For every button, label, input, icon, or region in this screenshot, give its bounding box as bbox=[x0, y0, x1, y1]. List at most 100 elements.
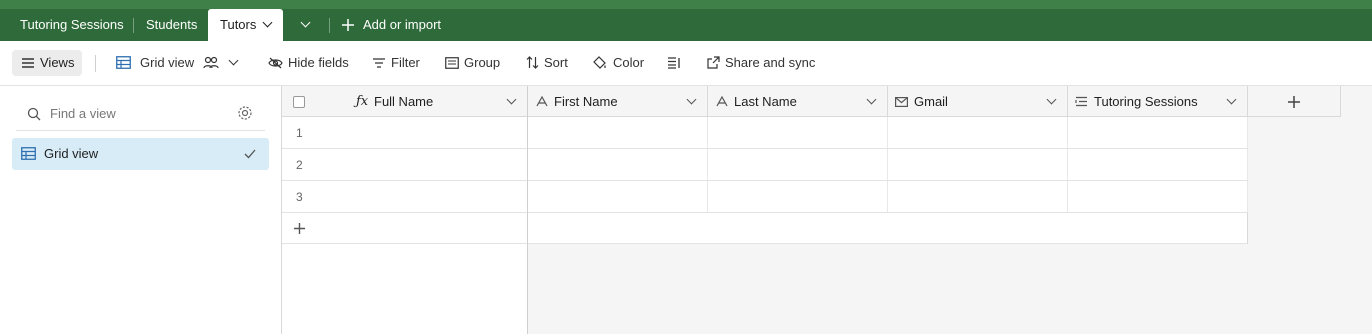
group-button[interactable]: Group bbox=[445, 41, 500, 85]
column-header-first-name[interactable]: First Name bbox=[528, 86, 708, 117]
color-button[interactable]: Color bbox=[592, 41, 644, 85]
hide-fields-button[interactable]: Hide fields bbox=[268, 41, 349, 85]
tab-label: Students bbox=[146, 17, 198, 32]
column-header-full-name[interactable]: ƒx Full Name bbox=[282, 86, 528, 117]
tab-divider bbox=[329, 18, 330, 33]
paint-bucket-icon bbox=[593, 55, 606, 69]
share-and-sync-button[interactable]: Share and sync bbox=[707, 41, 815, 85]
row-number: 1 bbox=[296, 126, 303, 140]
row-cell-full-name[interactable]: 3 bbox=[282, 181, 528, 213]
column-header-label: Full Name bbox=[374, 94, 434, 109]
view-name: Grid view bbox=[140, 55, 195, 70]
row-cell-last-name[interactable] bbox=[708, 149, 888, 181]
column-header-label: First Name bbox=[554, 94, 618, 109]
views-toggle-button[interactable]: Views bbox=[12, 50, 82, 76]
chevron-down-icon[interactable] bbox=[506, 94, 517, 105]
chevron-down-icon bbox=[228, 55, 239, 66]
chevron-down-icon[interactable] bbox=[866, 94, 877, 105]
tab-label: Tutoring Sessions bbox=[20, 17, 124, 32]
sidebar-item-grid-view[interactable]: Grid view bbox=[12, 138, 269, 170]
row-height-button[interactable] bbox=[667, 41, 681, 85]
column-header-label: Last Name bbox=[734, 94, 797, 109]
column-header-gmail[interactable]: Gmail bbox=[888, 86, 1068, 117]
add-field-button[interactable] bbox=[1248, 86, 1341, 117]
frozen-column-divider bbox=[527, 86, 528, 334]
chevron-down-icon[interactable] bbox=[686, 94, 697, 105]
text-icon bbox=[536, 96, 548, 107]
select-all-checkbox[interactable] bbox=[293, 96, 305, 108]
row-cell-tutoring-sessions[interactable] bbox=[1068, 181, 1248, 213]
tab-tutors[interactable]: Tutors bbox=[208, 9, 284, 41]
add-or-import-label: Add or import bbox=[363, 17, 442, 32]
row-cell-gmail[interactable] bbox=[888, 117, 1068, 149]
hamburger-menu-icon bbox=[22, 58, 34, 68]
checkmark-icon bbox=[244, 149, 256, 159]
grid-icon bbox=[116, 41, 131, 85]
row-cell-gmail[interactable] bbox=[888, 149, 1068, 181]
view-toolbar: Grid view Hide fields Filter Group Sort … bbox=[0, 41, 1372, 86]
row-cell-last-name[interactable] bbox=[708, 181, 888, 213]
row-cell-last-name[interactable] bbox=[708, 117, 888, 149]
search-icon bbox=[27, 107, 41, 121]
chevron-down-icon[interactable] bbox=[1226, 94, 1237, 105]
eye-slash-icon bbox=[268, 57, 283, 69]
row-cell-first-name[interactable] bbox=[528, 117, 708, 149]
row-cell-first-name[interactable] bbox=[528, 149, 708, 181]
search-placeholder: Find a view bbox=[50, 106, 116, 121]
row-cell-gmail[interactable] bbox=[888, 181, 1068, 213]
column-header-last-name[interactable]: Last Name bbox=[708, 86, 888, 117]
color-label: Color bbox=[613, 55, 645, 70]
hide-fields-label: Hide fields bbox=[288, 55, 349, 70]
group-icon bbox=[445, 56, 459, 69]
plus-icon bbox=[342, 18, 354, 31]
group-label: Group bbox=[464, 55, 501, 70]
tab-label: Tutors bbox=[220, 17, 257, 32]
views-sidebar: Find a view Grid view bbox=[0, 86, 282, 334]
row-cell-first-name[interactable] bbox=[528, 181, 708, 213]
row-cell-full-name[interactable]: 1 bbox=[282, 117, 528, 149]
row-number: 3 bbox=[296, 190, 303, 204]
sort-label: Sort bbox=[544, 55, 568, 70]
chevron-down-icon[interactable] bbox=[262, 17, 273, 28]
filter-icon bbox=[373, 57, 385, 68]
column-header-tutoring-sessions[interactable]: Tutoring Sessions bbox=[1068, 86, 1248, 117]
plus-icon bbox=[294, 223, 305, 234]
filter-label: Filter bbox=[391, 55, 420, 70]
tab-divider bbox=[133, 18, 134, 33]
linked-record-icon bbox=[1075, 96, 1087, 107]
row-cell-tutoring-sessions[interactable] bbox=[1068, 117, 1248, 149]
filter-button[interactable]: Filter bbox=[372, 41, 420, 85]
gear-icon[interactable] bbox=[237, 105, 253, 121]
chevron-down-icon[interactable] bbox=[1046, 94, 1057, 105]
sidebar-item-label: Grid view bbox=[44, 146, 99, 161]
grid-icon bbox=[21, 147, 36, 160]
row-cell-tutoring-sessions[interactable] bbox=[1068, 149, 1248, 181]
tab-students[interactable]: Students bbox=[146, 9, 197, 41]
collaborators-icon[interactable] bbox=[203, 41, 219, 85]
view-menu-button[interactable] bbox=[228, 41, 239, 85]
column-header-label: Tutoring Sessions bbox=[1094, 94, 1198, 109]
formula-icon: ƒx bbox=[356, 94, 369, 109]
external-share-icon bbox=[707, 56, 720, 69]
row-height-icon bbox=[668, 56, 680, 69]
header-strip bbox=[0, 0, 1372, 9]
chevron-down-icon bbox=[300, 17, 311, 28]
sort-icon bbox=[526, 56, 539, 69]
plus-icon bbox=[1288, 96, 1300, 108]
more-tables-button[interactable] bbox=[300, 9, 311, 41]
text-icon bbox=[716, 96, 728, 107]
views-label: Views bbox=[40, 55, 75, 70]
email-icon bbox=[895, 97, 908, 107]
row-cell-full-name[interactable]: 2 bbox=[282, 149, 528, 181]
view-switcher[interactable]: Grid view bbox=[140, 41, 194, 85]
add-or-import-button[interactable]: Add or import bbox=[341, 9, 441, 41]
find-view-search[interactable]: Find a view bbox=[16, 100, 265, 131]
add-row-button[interactable] bbox=[282, 213, 528, 244]
toolbar-divider bbox=[95, 55, 96, 72]
grid-area: ƒx Full Name First Name Last Name Gmail … bbox=[282, 86, 1372, 334]
column-header-label: Gmail bbox=[914, 94, 948, 109]
sort-button[interactable]: Sort bbox=[526, 41, 568, 85]
base-header: Tutoring Sessions Students Tutors Add or… bbox=[0, 0, 1372, 41]
add-row-strip[interactable] bbox=[528, 213, 1248, 244]
tab-tutoring-sessions[interactable]: Tutoring Sessions bbox=[20, 9, 124, 41]
